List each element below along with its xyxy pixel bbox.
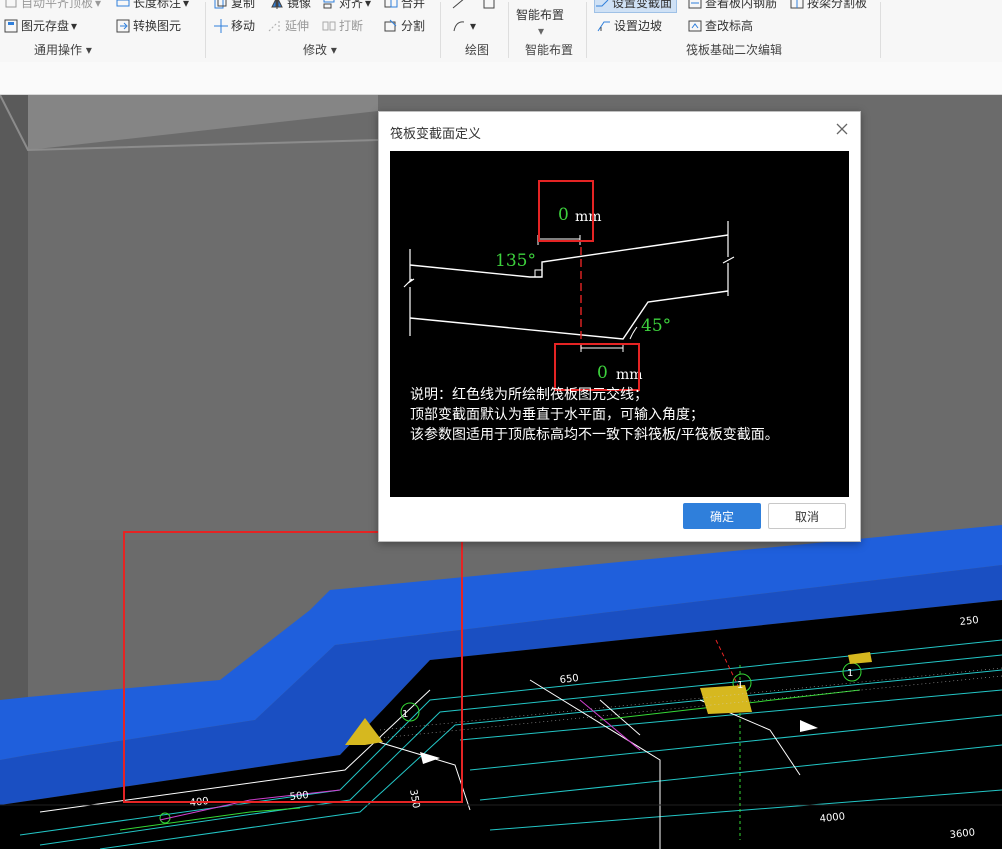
angle-135-label[interactable]: 135° — [495, 251, 536, 271]
top-value-highlight — [538, 180, 594, 242]
section-drawing — [403, 221, 735, 352]
align-objects-icon — [322, 0, 336, 10]
align-icon — [4, 0, 18, 10]
smart-layout-dropdown[interactable]: ▾ — [538, 22, 544, 40]
group-label-smart: 智能布置 — [525, 43, 574, 57]
group-label-draw: 绘图 — [465, 43, 490, 57]
note-line-1: 说明：红色线为所绘制筏板图元交线； — [410, 387, 648, 403]
cad-grid-label: 1 — [847, 668, 853, 679]
view-slab-rebar-button[interactable]: 查看板内钢筋 — [688, 0, 777, 12]
ribbon-separator — [508, 2, 509, 58]
group-label-modify: 修改 ▾ — [303, 43, 337, 57]
convert-icon — [116, 19, 130, 33]
variable-section-icon — [595, 0, 609, 10]
convert-element-button[interactable]: 转换图元 — [116, 17, 181, 35]
align-button[interactable]: 对齐 ▾ — [322, 0, 371, 12]
save-element-icon — [4, 19, 18, 33]
split-button[interactable]: 分割 — [384, 17, 425, 35]
extend-button[interactable]: 延伸 — [268, 17, 309, 35]
mirror-icon — [270, 0, 284, 10]
draw-arc-button[interactable]: ▾ — [452, 17, 476, 35]
close-button[interactable] — [834, 121, 850, 137]
note-line-3: 该参数图适用于顶底标高均不一致下斜筏板/平筏板变截面。 — [410, 427, 779, 443]
cad-grid-label: 1 — [737, 680, 743, 691]
group-label-general: 通用操作 ▾ — [34, 43, 92, 57]
move-icon — [214, 19, 228, 33]
ribbon-separator — [205, 2, 206, 58]
ribbon: 自动平齐顶板 ▾ 长度标注 ▾ 图元存盘 ▾ 转换图元 通用操作 ▾ 复制 镜像 对齐… — [0, 0, 1002, 63]
copy-icon — [214, 0, 228, 10]
angle-45-label[interactable]: 45° — [641, 316, 671, 336]
bottom-value-highlight — [554, 343, 640, 391]
split-icon — [384, 19, 398, 33]
draw-line-button[interactable] — [452, 0, 469, 12]
arc-icon — [452, 19, 466, 33]
ribbon-separator — [880, 2, 881, 58]
close-icon — [836, 123, 848, 135]
slope-icon — [597, 19, 611, 33]
break-icon — [322, 19, 336, 33]
break-button[interactable]: 打断 — [322, 17, 363, 35]
edit-elevation-button[interactable]: 查改标高 — [688, 17, 753, 35]
dialog-title: 筏板变截面定义 — [390, 127, 482, 142]
toolbar-strip — [0, 62, 1002, 95]
merge-icon — [384, 0, 398, 10]
group-label-raft-edit: 筏板基础二次编辑 — [686, 43, 783, 57]
draw-rect-button[interactable] — [482, 0, 499, 12]
elevation-icon — [688, 19, 702, 33]
variable-section-dialog: 筏板变截面定义 0 mm 135° 45° 0 mm 说明：红色线为所绘制筏板图… — [378, 111, 861, 542]
scene-highlight-box — [123, 531, 463, 803]
move-button[interactable]: 移动 — [214, 17, 255, 35]
ruler-icon — [116, 0, 130, 10]
cancel-button[interactable]: 取消 — [768, 503, 846, 529]
line-icon — [452, 0, 466, 10]
ribbon-separator — [586, 2, 587, 58]
length-dimension-button[interactable]: 长度标注 ▾ — [116, 0, 189, 12]
cad-dimension: 650 — [559, 673, 579, 686]
section-diagram: 0 mm 135° 45° 0 mm 说明：红色线为所绘制筏板图元交线； 顶部变… — [390, 151, 849, 497]
split-beam-icon — [790, 0, 804, 10]
mirror-button[interactable]: 镜像 — [270, 0, 311, 12]
cad-dimension: 250 — [959, 615, 979, 628]
ok-button[interactable]: 确定 — [683, 503, 761, 529]
extend-icon — [268, 19, 282, 33]
auto-align-top-button[interactable]: 自动平齐顶板 ▾ — [4, 0, 101, 12]
note-line-2: 顶部变截面默认为垂直于水平面，可输入角度； — [410, 407, 704, 423]
ribbon-separator — [440, 2, 441, 58]
copy-button[interactable]: 复制 — [214, 0, 255, 12]
save-element-button[interactable]: 图元存盘 ▾ — [4, 17, 77, 35]
split-by-beam-button[interactable]: 按梁分割板 — [790, 0, 867, 12]
rectangle-icon — [482, 0, 496, 10]
merge-button[interactable]: 合并 — [384, 0, 425, 12]
view-rebar-icon — [688, 0, 702, 10]
set-slope-button[interactable]: 设置边坡 — [597, 17, 662, 35]
set-variable-section-button[interactable]: 设置变截面 — [594, 0, 678, 13]
